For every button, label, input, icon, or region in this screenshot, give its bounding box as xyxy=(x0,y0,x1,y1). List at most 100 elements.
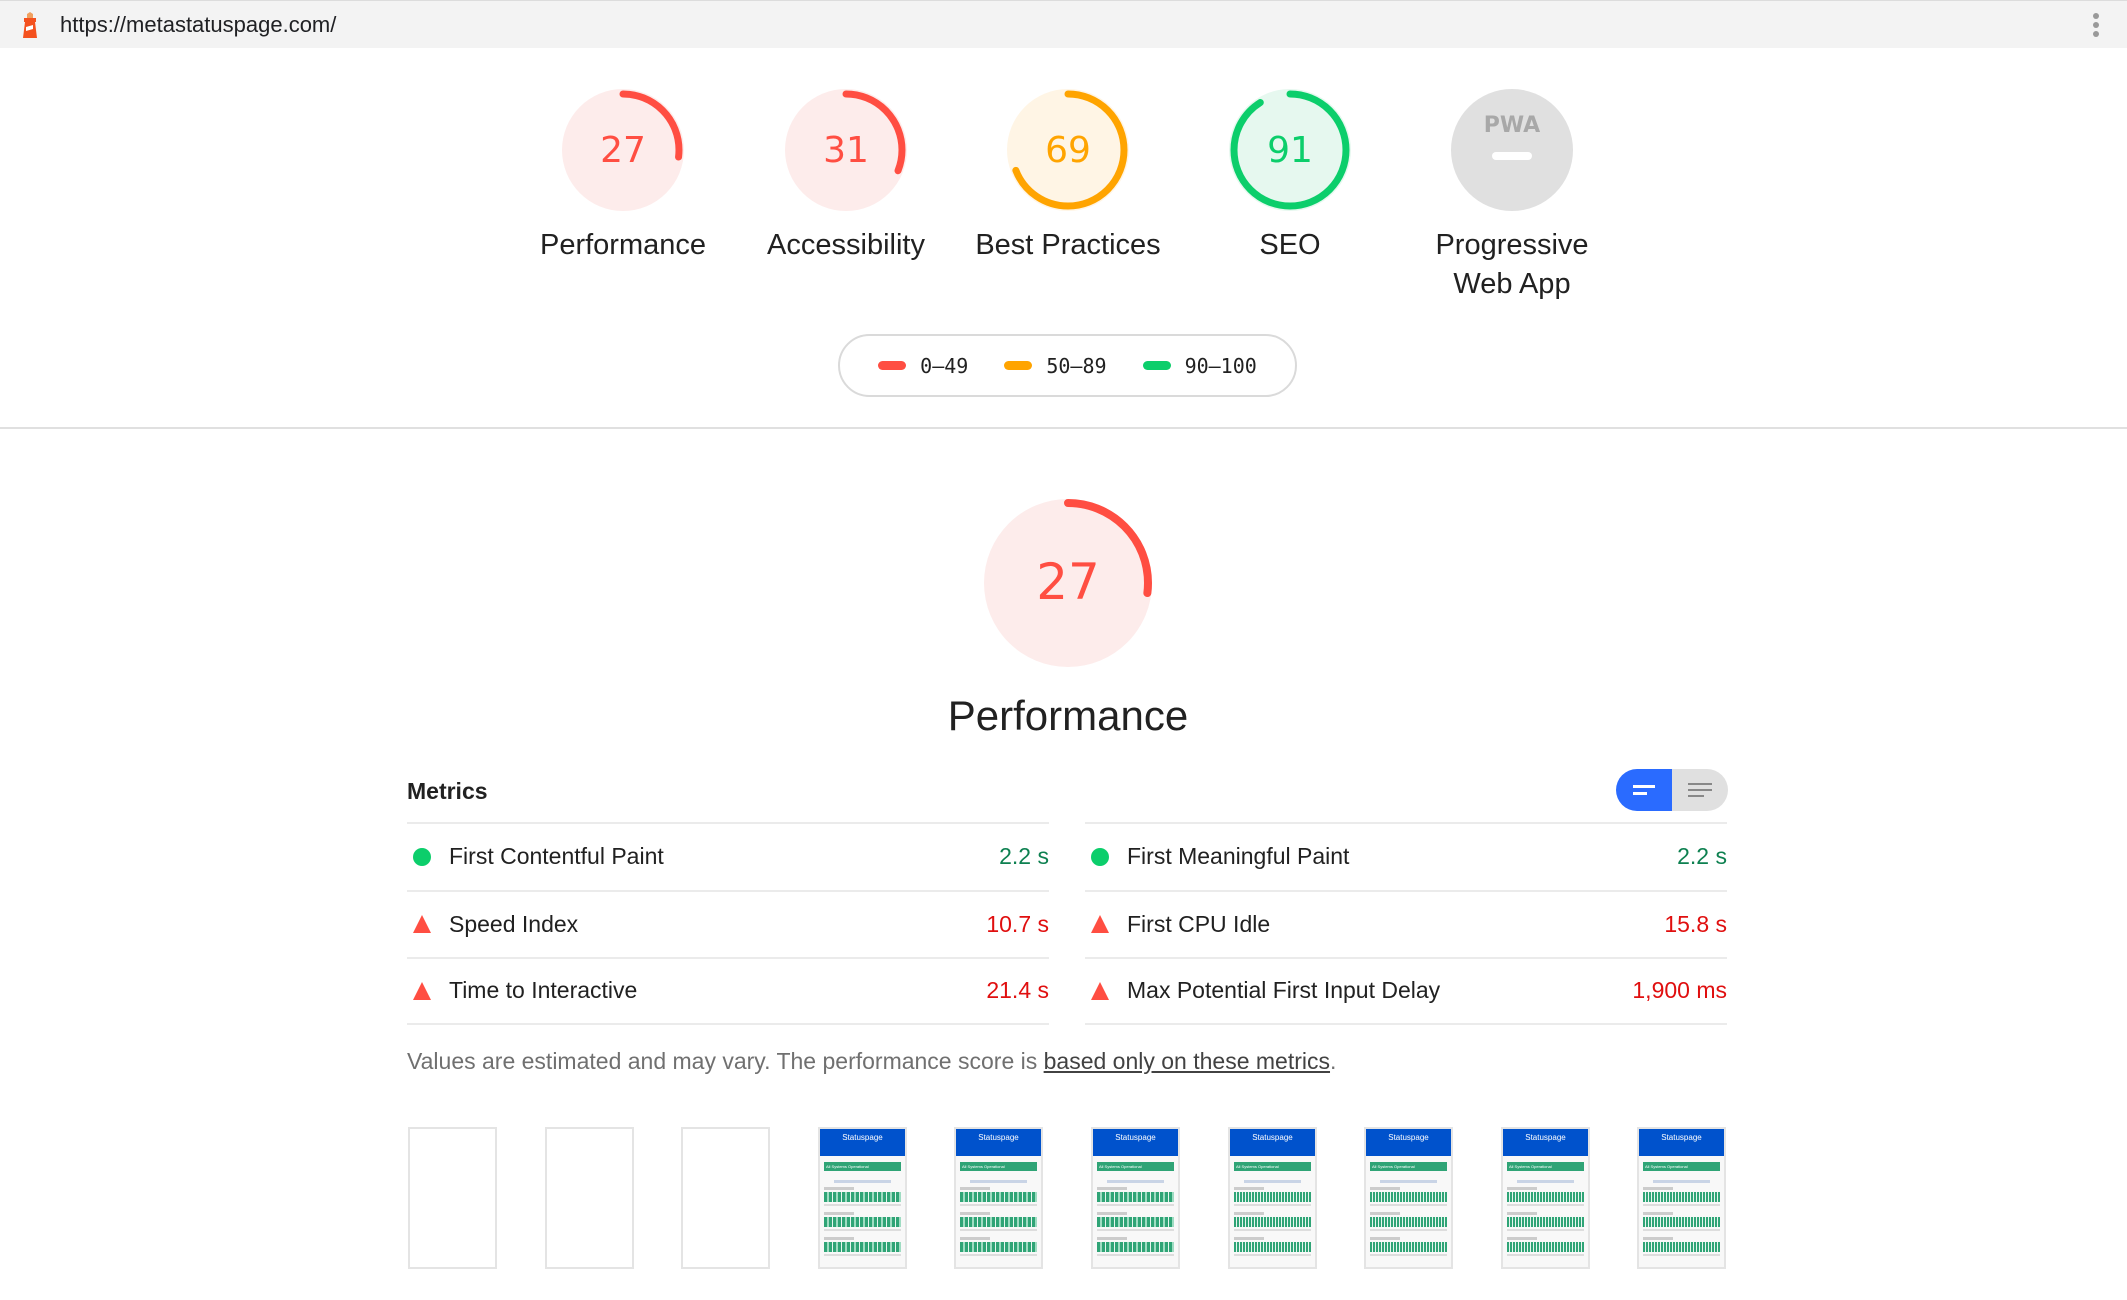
thumb-brand: Statuspage xyxy=(1388,1133,1429,1142)
footnote-text: Values are estimated and may vary. The p… xyxy=(407,1048,1044,1074)
gauge-label: Accessibility xyxy=(767,229,925,261)
thumb-component xyxy=(1643,1237,1720,1256)
metric-row: Speed Index 10.7 s xyxy=(407,889,1049,958)
detailed-view-button[interactable] xyxy=(1672,769,1728,811)
thumb-banner: All Systems Operational xyxy=(1643,1162,1720,1171)
page-title: Performance xyxy=(947,692,1189,739)
thumb-brand: Statuspage xyxy=(1661,1133,1702,1142)
metric-value: 21.4 s xyxy=(986,977,1049,1004)
thumb-brand: Statuspage xyxy=(1525,1133,1566,1142)
dash-icon xyxy=(1492,152,1532,160)
metrics-column-left: First Contentful Paint 2.2 s Speed Index 10… xyxy=(407,822,1049,1025)
gauge-score: 69 xyxy=(1045,130,1091,171)
thumb-brand: Statuspage xyxy=(978,1133,1019,1142)
gauge-background xyxy=(1451,89,1573,211)
metric-name: First Contentful Paint xyxy=(449,843,664,870)
filmstrip-frame: Statuspage All Systems Operational xyxy=(1091,1127,1180,1269)
thumb-component xyxy=(824,1212,901,1231)
kebab-menu-icon[interactable] xyxy=(2090,13,2102,39)
gauge-label: Best Practices xyxy=(975,229,1161,261)
gauge-label-line2: Web App xyxy=(1453,268,1571,300)
filmstrip-frame: Statuspage All Systems Operational xyxy=(1501,1127,1590,1269)
legend-item-fail: 0–49 xyxy=(878,354,968,378)
score-gauge: 31 xyxy=(785,89,907,211)
long-lines-icon-bar xyxy=(1688,789,1712,791)
metrics-header: Metrics xyxy=(407,778,488,804)
thumb-banner: All Systems Operational xyxy=(1097,1162,1174,1171)
metric-row: Max Potential First Input Delay 1,900 ms xyxy=(1085,957,1727,1025)
legend-swatch-pass xyxy=(1142,361,1171,370)
pwa-gauge: PWA xyxy=(1451,89,1573,211)
thumb-banner: All Systems Operational xyxy=(960,1162,1037,1171)
filmstrip-frame: Statuspage All Systems Operational xyxy=(1364,1127,1453,1269)
thumb-header: Statuspage xyxy=(1639,1129,1724,1156)
thumb-banner: All Systems Operational xyxy=(1370,1162,1447,1171)
metric-row: First CPU Idle 15.8 s xyxy=(1085,889,1727,958)
thumb-banner: All Systems Operational xyxy=(1234,1162,1311,1171)
score-legend: 0–49 50–89 90–100 xyxy=(838,334,1297,397)
thumb-component xyxy=(1097,1187,1174,1206)
filmstrip-frame xyxy=(545,1127,634,1269)
thumb-component xyxy=(1097,1212,1174,1231)
metrics-footnote: Values are estimated and may vary. The p… xyxy=(407,1048,1336,1075)
metrics-view-toggle[interactable] xyxy=(1616,769,1728,811)
metric-value: 2.2 s xyxy=(1677,843,1727,870)
thumb-component xyxy=(1507,1187,1584,1206)
score-gauge: 69 xyxy=(1007,89,1129,211)
performance-score: 27 xyxy=(1036,553,1100,611)
metric-name: Max Potential First Input Delay xyxy=(1127,977,1441,1004)
gauge-score: 27 xyxy=(600,130,646,171)
thumb-banner: All Systems Operational xyxy=(1507,1162,1584,1171)
metric-row: Time to Interactive 21.4 s xyxy=(407,957,1049,1025)
address-bar: https://metastatuspage.com/ xyxy=(0,0,2127,48)
filmstrip-frame: Statuspage All Systems Operational xyxy=(954,1127,1043,1269)
pass-circle-icon xyxy=(413,847,431,866)
metrics-link[interactable]: based only on these metrics xyxy=(1044,1048,1330,1074)
gauge-label: Progressive Web App xyxy=(1412,226,1612,304)
long-lines-icon xyxy=(1688,783,1712,785)
metric-value: 10.7 s xyxy=(986,910,1049,937)
thumb-header: Statuspage xyxy=(1093,1129,1178,1156)
category-gauge-accessibility[interactable]: 31 Accessibility xyxy=(746,88,946,265)
gauge-label-line1: Progressive xyxy=(1435,229,1589,261)
thumb-component xyxy=(960,1187,1037,1206)
thumb-component xyxy=(824,1187,901,1206)
fail-triangle-icon xyxy=(413,915,431,934)
filmstrip-frame: Statuspage All Systems Operational xyxy=(1228,1127,1317,1269)
thumb-header: Statuspage xyxy=(1366,1129,1451,1156)
category-gauge-progressive-web-app[interactable]: PWA Progressive Web App xyxy=(1412,88,1612,304)
legend-label: 50–89 xyxy=(1046,353,1107,378)
metric-value: 2.2 s xyxy=(999,843,1049,870)
legend-item-pass: 90–100 xyxy=(1142,353,1257,378)
gauge-label: SEO xyxy=(1259,229,1321,261)
long-lines-icon-bar xyxy=(1688,795,1704,797)
metric-value: 15.8 s xyxy=(1664,910,1727,937)
section-divider xyxy=(0,427,2127,429)
category-gauge-seo[interactable]: 91 SEO xyxy=(1190,88,1390,265)
filmstrip-frame xyxy=(408,1127,497,1269)
thumb-header: Statuspage xyxy=(820,1129,905,1156)
thumb-component xyxy=(1234,1212,1311,1231)
thumb-component xyxy=(960,1212,1037,1231)
fail-triangle-icon xyxy=(1091,981,1109,1000)
lighthouse-icon xyxy=(23,12,37,38)
metric-name: First Meaningful Paint xyxy=(1127,843,1350,870)
page-url: https://metastatuspage.com/ xyxy=(60,12,337,37)
metric-value: 1,900 ms xyxy=(1632,977,1727,1004)
thumb-brand: Statuspage xyxy=(842,1133,883,1142)
metric-row: First Contentful Paint 2.2 s xyxy=(407,822,1049,890)
filmstrip-frame: Statuspage All Systems Operational xyxy=(818,1127,907,1269)
thumb-header: Statuspage xyxy=(1503,1129,1588,1156)
metrics-column-right: First Meaningful Paint 2.2 s First CPU Idl… xyxy=(1085,822,1727,1025)
category-gauge-best-practices[interactable]: 69 Best Practices xyxy=(968,88,1168,265)
thumb-component xyxy=(1507,1237,1584,1256)
category-gauge-performance[interactable]: 27 Performance xyxy=(523,88,723,265)
pwa-badge-icon: PWA xyxy=(1484,113,1540,138)
short-lines-icon xyxy=(1633,785,1655,788)
thumb-component xyxy=(1507,1212,1584,1231)
legend-label: 90–100 xyxy=(1184,353,1257,378)
performance-gauge-large: 27 xyxy=(968,496,1168,676)
summary-view-button[interactable] xyxy=(1616,769,1672,811)
score-gauge: 27 xyxy=(562,89,684,211)
fail-triangle-icon xyxy=(1091,915,1109,934)
